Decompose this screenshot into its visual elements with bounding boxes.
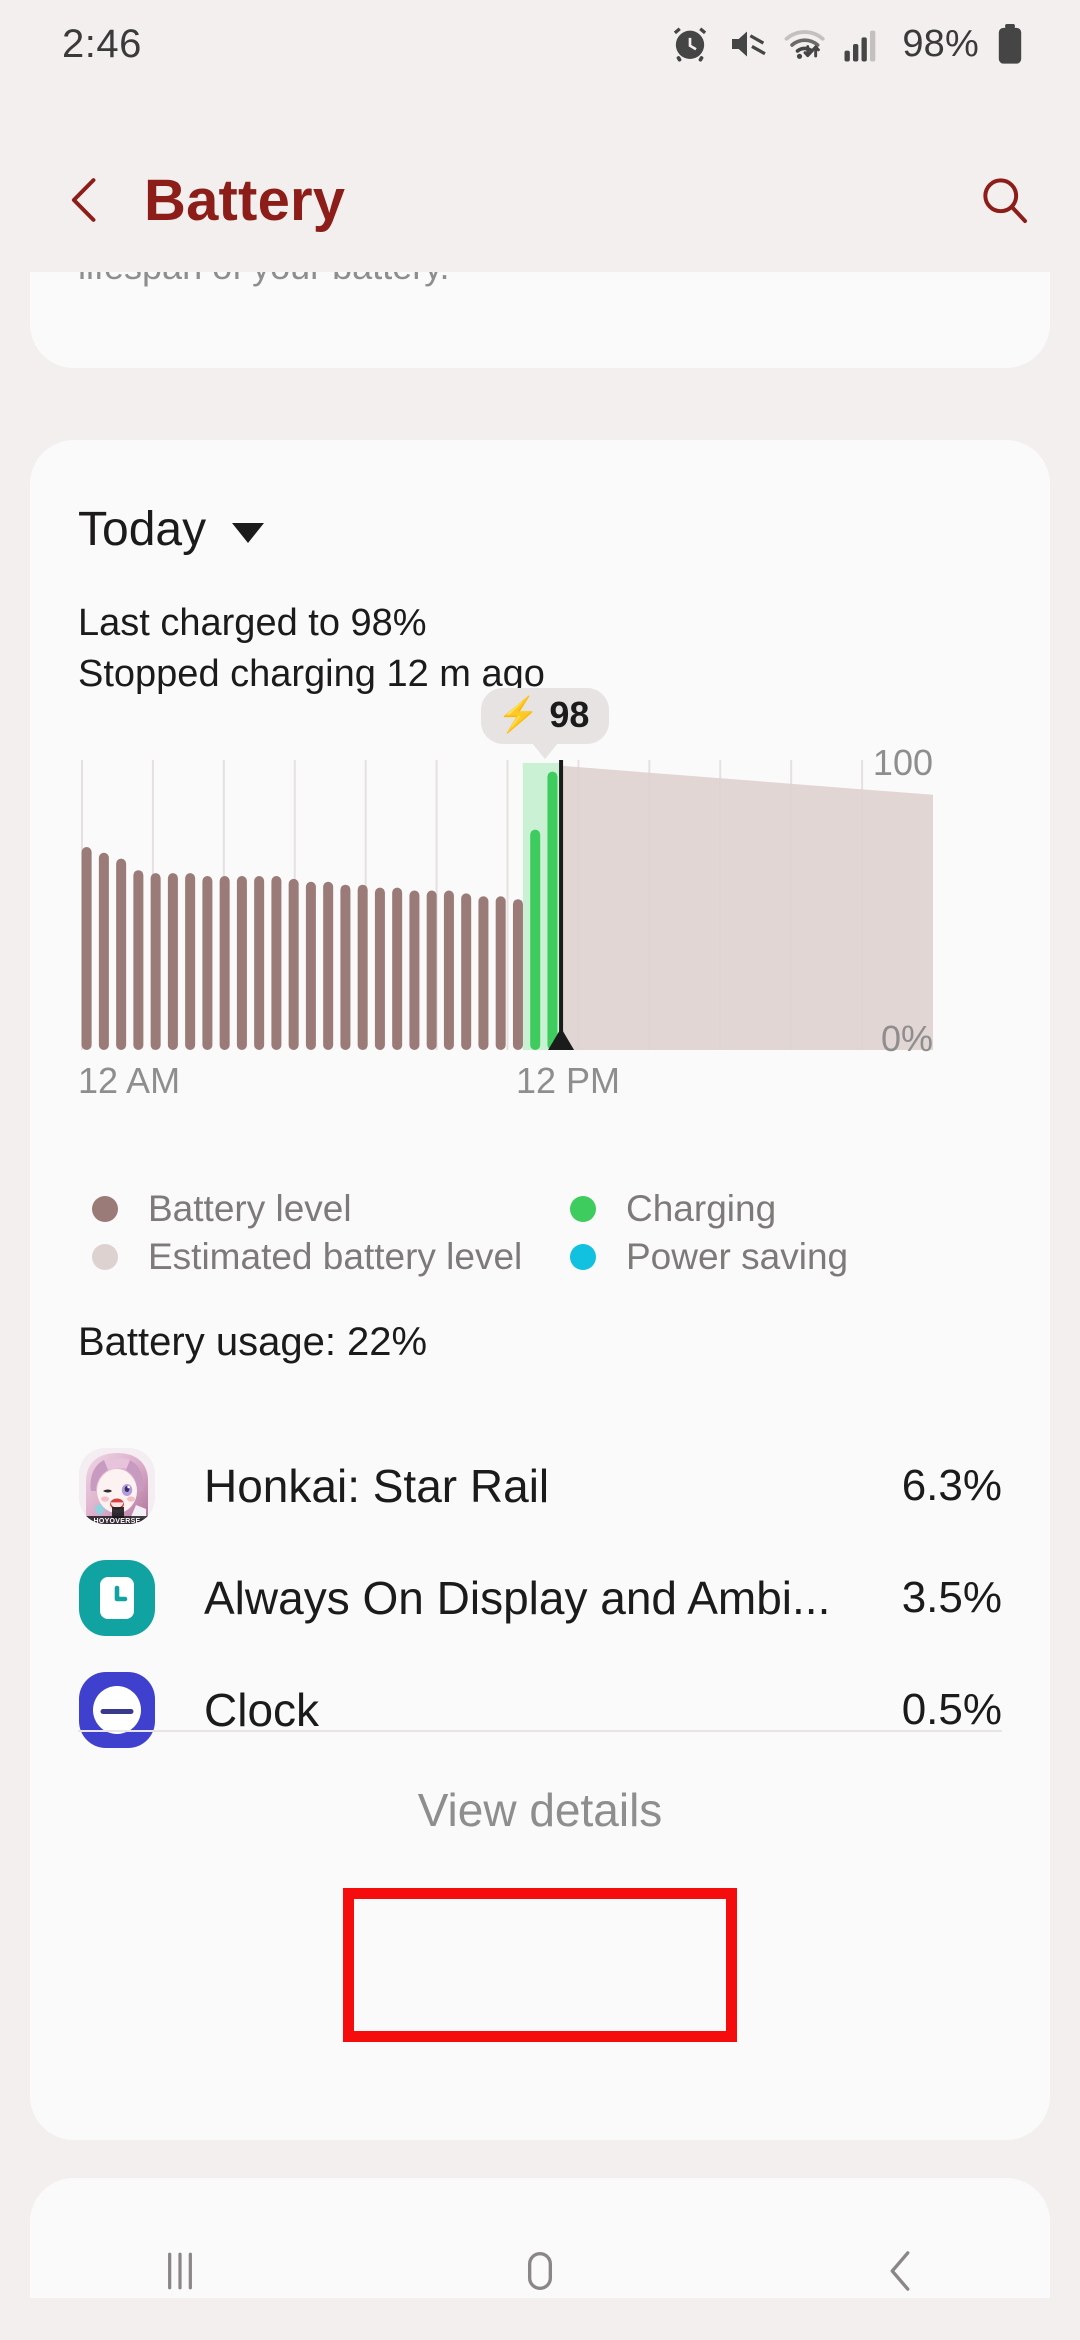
charge-status-block: Last charged to 98% Stopped charging 12 … [78, 598, 545, 700]
chart-tooltip-value: 98 [549, 694, 590, 735]
battery-icon [996, 23, 1024, 65]
last-charged-text: Last charged to 98% [78, 602, 427, 644]
app-percent: 3.5% [901, 1573, 1002, 1622]
lightning-bolt-icon: ⚡ [497, 696, 540, 734]
legend-column-right: Charging Power saving [570, 1185, 848, 1281]
battery-tip-text: lifespan of your battery. [78, 272, 450, 288]
wifi-icon [784, 24, 826, 64]
legend-label: Estimated battery level [148, 1236, 523, 1277]
battery-usage-title: Battery usage: 22% [78, 1320, 428, 1364]
view-details-button[interactable]: View details [30, 1740, 1050, 1880]
chart-tooltip-badge: ⚡ 98 [481, 688, 610, 744]
app-bar: Battery [0, 110, 1080, 290]
search-icon[interactable] [976, 172, 1032, 228]
chart-history-bars [81, 847, 523, 1050]
legend-item: Battery level [92, 1185, 522, 1233]
recents-icon[interactable] [120, 2211, 240, 2331]
period-selector[interactable]: Today [78, 502, 265, 557]
svg-text:HOYOVERSE: HOYOVERSE [93, 1518, 140, 1525]
page-title: Battery [144, 167, 346, 233]
app-name: Clock [204, 1684, 320, 1736]
legend-dot-estimated-battery-level [92, 1244, 118, 1270]
home-icon[interactable] [480, 2211, 600, 2331]
legend-item: Charging [570, 1185, 848, 1233]
app-usage-row-always-on-display[interactable]: Always On Display and Ambi... 3.5% [78, 1542, 1002, 1654]
app-name: Honkai: Star Rail [204, 1460, 550, 1512]
list-divider [78, 1730, 1002, 1732]
app-usage-row-honkai[interactable]: HOYOVERSE Honkai: Star Rail 6.3% [78, 1430, 1002, 1542]
chart-plot-area: 100 0% 12 AM 12 PM ⚡ 98 [78, 688, 933, 1101]
chart-tooltip-tail [532, 743, 559, 759]
card-battery-history: Today Last charged to 98% Stopped chargi… [30, 440, 1050, 2140]
chart-y-max-label: 100 [872, 742, 933, 783]
app-percent: 6.3% [901, 1461, 1002, 1510]
status-bar: 2:46 98% [0, 0, 1080, 88]
period-label: Today [78, 503, 207, 556]
battery-chart: 100 0% 12 AM 12 PM ⚡ 98 [78, 688, 1008, 1101]
chart-x-label-noon: 12 PM [516, 1060, 621, 1101]
card-battery-tip: lifespan of your battery. [30, 272, 1050, 368]
legend-dot-power-saving [570, 1244, 596, 1270]
navigation-bar [0, 2202, 1080, 2340]
chart-y-min-label: 0% [880, 1018, 933, 1059]
app-name: Always On Display and Ambi... [204, 1572, 831, 1624]
phone-screen: 2:46 98% Battery Today Last charged to 9… [0, 0, 1080, 2340]
chevron-down-icon [232, 522, 265, 543]
app-percent: 0.5% [901, 1685, 1002, 1734]
stopped-charging-text: Stopped charging 12 m ago [78, 652, 545, 695]
chart-x-label-start: 12 AM [78, 1060, 181, 1101]
back-icon[interactable] [840, 2211, 960, 2331]
legend-label: Battery level [148, 1188, 352, 1229]
chart-estimated-area [561, 765, 933, 1050]
legend-dot-charging [570, 1196, 596, 1222]
chart-svg [81, 760, 933, 1050]
legend-label: Power saving [626, 1236, 849, 1277]
annotation-highlight-rectangle [343, 1888, 737, 2042]
legend-label: Charging [626, 1188, 777, 1229]
status-time: 2:46 [62, 21, 142, 66]
legend-item: Power saving [570, 1233, 848, 1281]
mute-icon [727, 24, 767, 64]
legend-column-left: Battery level Estimated battery level [92, 1185, 522, 1281]
clock-app-icon [78, 1671, 156, 1749]
back-chevron-icon[interactable] [58, 172, 114, 228]
signal-icon [843, 24, 881, 64]
status-battery-percent: 98% [902, 22, 979, 65]
legend-dot-battery-level [92, 1196, 118, 1222]
legend-item: Estimated battery level [92, 1233, 522, 1281]
honkai-star-rail-icon: HOYOVERSE [78, 1447, 156, 1525]
always-on-display-icon [78, 1559, 156, 1637]
status-icons: 98% [670, 23, 1024, 66]
alarm-icon [670, 24, 710, 64]
